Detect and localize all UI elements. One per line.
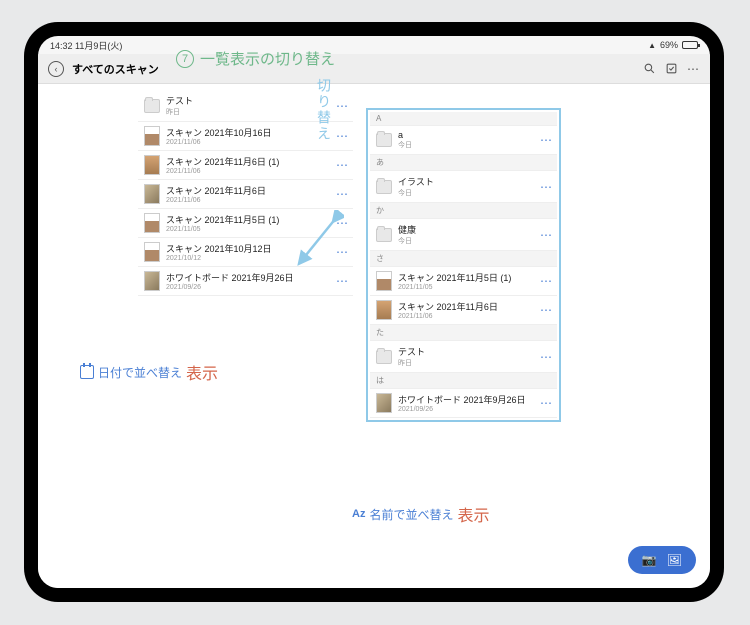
scan-fab[interactable]: 📷 🖼 — [628, 546, 696, 574]
more-icon[interactable]: ⋯ — [540, 274, 551, 288]
more-icon[interactable]: ⋯ — [336, 187, 347, 201]
screen: 14:32 11月9日(火) 69% ‹ すべてのスキャン ⋯ テスト昨日⋯スキ… — [38, 36, 710, 588]
list-item[interactable]: スキャン 2021年10月16日2021/11/06 ⋯ — [138, 122, 353, 151]
item-date: 今日 — [398, 236, 534, 246]
status-date: 11月9日(火) — [75, 41, 122, 51]
more-icon[interactable]: ⋯ — [336, 274, 347, 288]
folder-icon — [376, 180, 392, 194]
item-name: テスト — [398, 345, 534, 358]
item-date: 2021/10/12 — [166, 255, 330, 262]
camera-icon: 📷 — [642, 553, 657, 567]
search-icon[interactable] — [642, 62, 656, 76]
section-header: さ — [370, 251, 557, 267]
item-name: ホワイトボード 2021年9月26日 — [166, 271, 330, 284]
list-item[interactable]: a今日 ⋯ — [370, 126, 557, 155]
more-icon[interactable]: ⋯ — [336, 129, 347, 143]
list-item[interactable]: テスト昨日 ⋯ — [138, 90, 353, 122]
item-name: スキャン 2021年11月6日 — [166, 184, 330, 197]
more-icon[interactable]: ⋯ — [540, 133, 551, 147]
document-thumb — [144, 242, 160, 262]
item-date: 2021/11/05 — [398, 284, 534, 291]
document-thumb — [144, 271, 160, 291]
more-icon[interactable]: ⋯ — [336, 99, 347, 113]
name-sorted-list: Aa今日⋯あイラスト今日⋯か健康今日⋯さスキャン 2021年11月5日 (1)2… — [366, 108, 561, 422]
folder-icon — [376, 350, 392, 364]
more-icon[interactable]: ⋯ — [336, 216, 347, 230]
item-name: スキャン 2021年11月5日 (1) — [398, 271, 534, 284]
item-name: 健康 — [398, 223, 534, 236]
section-header: A — [370, 112, 557, 126]
item-date: 2021/11/05 — [166, 226, 330, 233]
item-name: a — [398, 130, 534, 140]
list-item[interactable]: スキャン 2021年10月12日2021/10/12 ⋯ — [138, 238, 353, 267]
list-item[interactable]: スキャン 2021年11月6日2021/11/06 ⋯ — [370, 296, 557, 325]
document-thumb — [144, 155, 160, 175]
tablet-frame: 14:32 11月9日(火) 69% ‹ すべてのスキャン ⋯ テスト昨日⋯スキ… — [24, 22, 724, 602]
folder-icon — [376, 133, 392, 147]
document-thumb — [376, 300, 392, 320]
item-date: 今日 — [398, 140, 534, 150]
item-name: スキャン 2021年11月5日 (1) — [166, 213, 330, 226]
document-thumb — [376, 393, 392, 413]
list-item[interactable]: スキャン 2021年11月6日2021/11/06 ⋯ — [138, 180, 353, 209]
more-icon[interactable]: ⋯ — [336, 158, 347, 172]
list-item[interactable]: 健康今日 ⋯ — [370, 219, 557, 251]
more-icon[interactable]: ⋯ — [540, 180, 551, 194]
item-name: スキャン 2021年11月6日 — [398, 300, 534, 313]
item-name: テスト — [166, 94, 330, 107]
battery-label: 69% — [660, 40, 678, 50]
item-name: スキャン 2021年10月16日 — [166, 126, 330, 139]
document-thumb — [144, 213, 160, 233]
item-date: 2021/11/06 — [166, 197, 330, 204]
status-right: 69% — [648, 40, 698, 50]
list-item[interactable]: ホワイトボード 2021年9月26日2021/09/26 ⋯ — [370, 389, 557, 418]
section-header: た — [370, 325, 557, 341]
item-date: 今日 — [398, 188, 534, 198]
toolbar: ‹ すべてのスキャン ⋯ — [38, 54, 710, 84]
section-header: か — [370, 203, 557, 219]
list-item[interactable]: テスト昨日 ⋯ — [370, 341, 557, 373]
folder-icon — [376, 228, 392, 242]
more-icon[interactable]: ⋯ — [540, 303, 551, 317]
more-icon[interactable]: ⋯ — [540, 396, 551, 410]
battery-icon — [682, 41, 698, 49]
item-date: 2021/09/26 — [398, 406, 534, 413]
item-date: 昨日 — [166, 107, 330, 117]
status-left: 14:32 11月9日(火) — [50, 39, 122, 52]
list-item[interactable]: スキャン 2021年11月5日 (1)2021/11/05 ⋯ — [138, 209, 353, 238]
item-date: 2021/11/06 — [398, 313, 534, 320]
list-item[interactable]: スキャン 2021年11月5日 (1)2021/11/05 ⋯ — [370, 267, 557, 296]
back-icon[interactable]: ‹ — [48, 61, 64, 77]
item-name: イラスト — [398, 175, 534, 188]
item-name: スキャン 2021年11月6日 (1) — [166, 155, 330, 168]
item-name: ホワイトボード 2021年9月26日 — [398, 393, 534, 406]
list-item[interactable]: ホワイトボード 2021年9月26日2021/09/26 ⋯ — [138, 267, 353, 296]
wifi-icon — [648, 40, 656, 50]
item-date: 2021/09/26 — [166, 284, 330, 291]
date-sorted-list: テスト昨日⋯スキャン 2021年10月16日2021/11/06⋯スキャン 20… — [138, 90, 353, 296]
item-date: 2021/11/06 — [166, 168, 330, 175]
document-thumb — [376, 271, 392, 291]
item-name: スキャン 2021年10月12日 — [166, 242, 330, 255]
gallery-icon: 🖼 — [667, 553, 682, 567]
more-icon[interactable]: ⋯ — [336, 245, 347, 259]
more-icon[interactable]: ⋯ — [540, 350, 551, 364]
list-item[interactable]: スキャン 2021年11月6日 (1)2021/11/06 ⋯ — [138, 151, 353, 180]
folder-icon — [144, 99, 160, 113]
select-icon[interactable] — [664, 62, 678, 76]
section-header: あ — [370, 155, 557, 171]
item-date: 昨日 — [398, 358, 534, 368]
status-bar: 14:32 11月9日(火) 69% — [38, 36, 710, 54]
document-thumb — [144, 184, 160, 204]
page-title: すべてのスキャン — [72, 61, 159, 77]
list-item[interactable]: イラスト今日 ⋯ — [370, 171, 557, 203]
item-date: 2021/11/06 — [166, 139, 330, 146]
content-area: テスト昨日⋯スキャン 2021年10月16日2021/11/06⋯スキャン 20… — [38, 84, 710, 588]
more-icon[interactable]: ⋯ — [540, 228, 551, 242]
section-header: は — [370, 373, 557, 389]
document-thumb — [144, 126, 160, 146]
status-time: 14:32 — [50, 41, 73, 51]
overflow-icon[interactable]: ⋯ — [686, 62, 700, 76]
